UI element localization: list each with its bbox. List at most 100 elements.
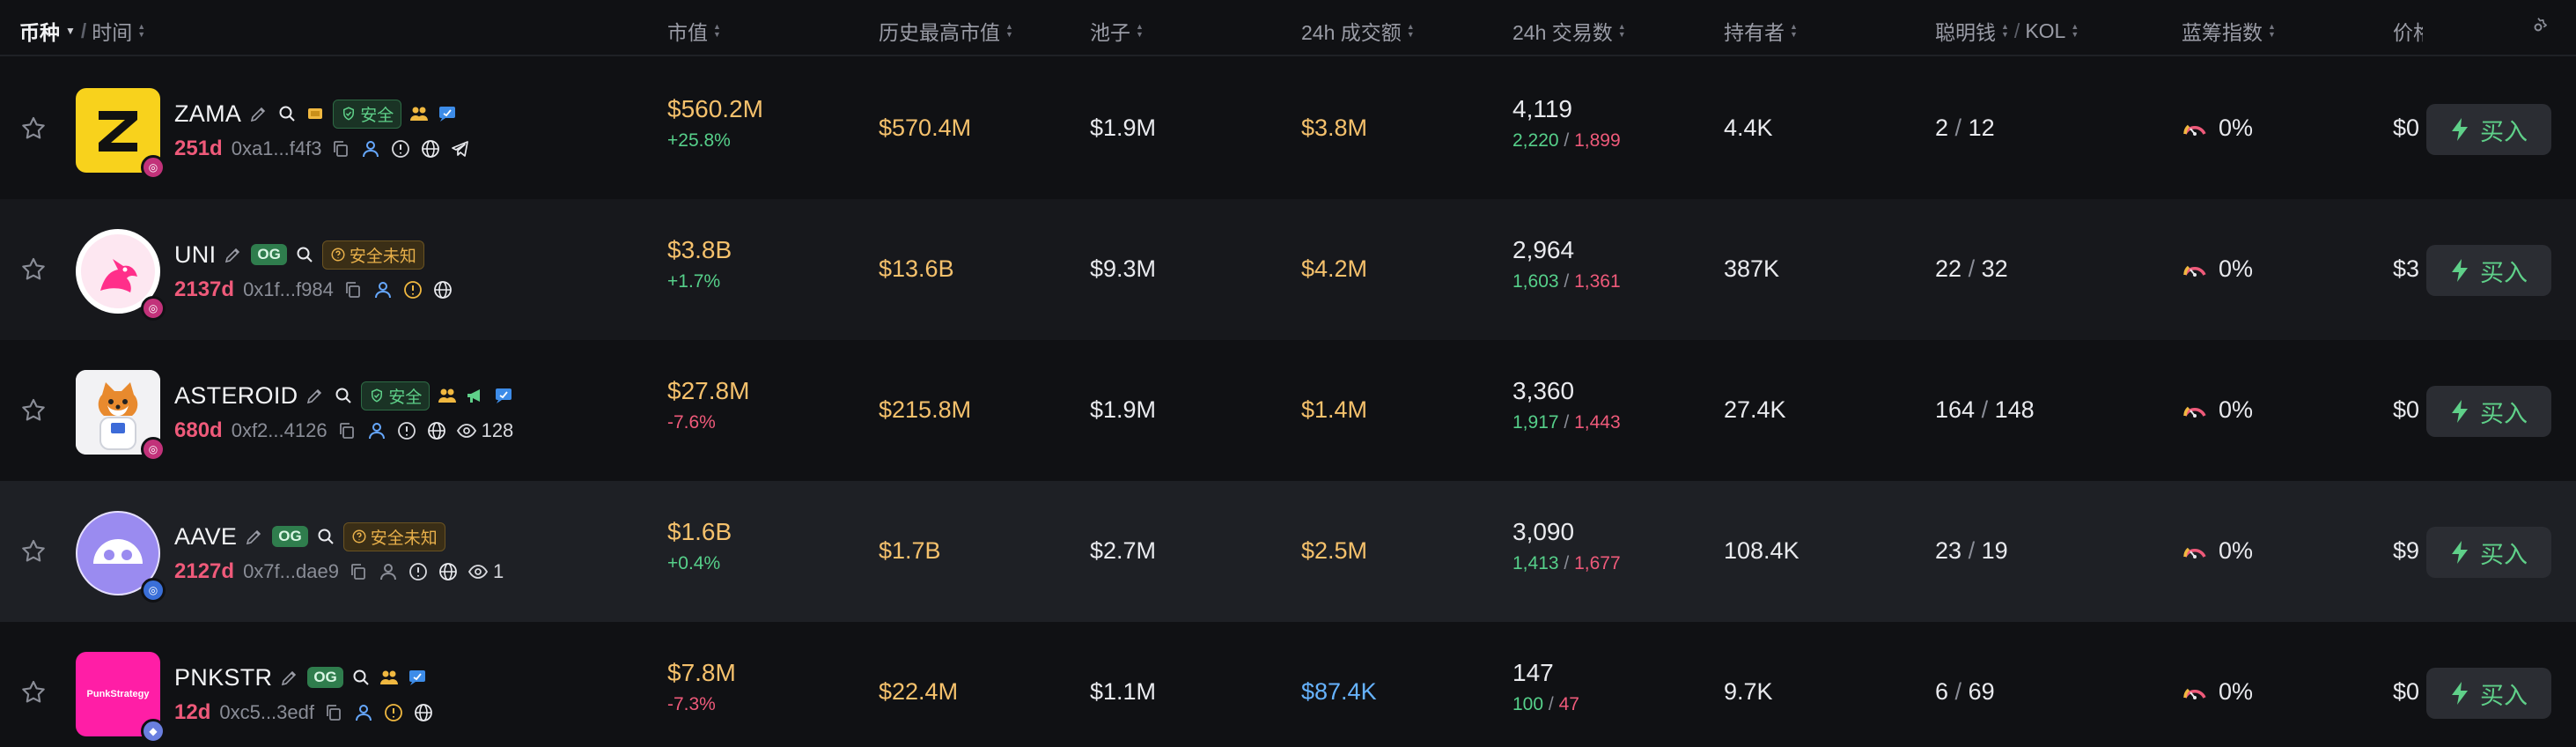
table-row[interactable]: PunkStrategy ◆ PNKSTR OG 12d 0xc5...3edf… bbox=[0, 622, 2576, 747]
telegram-icon[interactable] bbox=[450, 138, 471, 159]
search-icon[interactable] bbox=[276, 103, 298, 124]
sort-icon: ▲ ▼ bbox=[1406, 22, 1415, 39]
copy-icon[interactable] bbox=[336, 420, 357, 441]
tx-count: 3,090 bbox=[1512, 518, 1575, 545]
smart-money-header[interactable]: 聪明钱 ▲ ▼ / KOL ▲ ▼ bbox=[1935, 16, 2079, 46]
price-change: +1.7% bbox=[667, 271, 721, 292]
pool-value: $1.1M bbox=[1090, 678, 1157, 705]
search-icon[interactable] bbox=[315, 526, 336, 547]
table-row[interactable]: ◎ UNI OG 安全未知 2137d 0x1f...f984 $3.8B +1… bbox=[0, 199, 2576, 340]
market-cap-value: $27.8M bbox=[667, 377, 750, 404]
globe-icon[interactable] bbox=[413, 702, 434, 723]
edit-icon[interactable] bbox=[244, 526, 265, 547]
star-icon[interactable] bbox=[19, 396, 48, 425]
copy-icon[interactable] bbox=[330, 138, 351, 159]
buy-button-label: 买入 bbox=[2480, 682, 2528, 709]
info-icon[interactable] bbox=[390, 138, 411, 159]
info-icon[interactable] bbox=[408, 561, 429, 582]
globe-icon[interactable] bbox=[420, 138, 441, 159]
edit-icon[interactable] bbox=[279, 667, 300, 688]
safety-badge[interactable]: 安全 bbox=[361, 381, 431, 410]
user-icon[interactable] bbox=[366, 420, 387, 441]
bluechip-header-label: 蓝筹指数 bbox=[2182, 21, 2263, 44]
buy-button[interactable]: 买入 bbox=[2426, 245, 2551, 296]
edit-icon[interactable] bbox=[223, 244, 244, 265]
buy-count: 1,917 bbox=[1512, 412, 1559, 433]
token-age: 251d bbox=[174, 137, 223, 160]
chain-icon: ◎ bbox=[141, 437, 166, 462]
kol-count: 19 bbox=[1981, 537, 2008, 564]
copy-icon[interactable] bbox=[348, 561, 369, 582]
safety-label: 安全 bbox=[388, 388, 423, 407]
safety-badge[interactable]: 安全未知 bbox=[342, 521, 445, 551]
ath-value: $1.7B bbox=[879, 537, 941, 564]
safety-badge[interactable]: 安全未知 bbox=[321, 240, 424, 270]
user-icon[interactable] bbox=[372, 279, 394, 300]
buy-button[interactable]: 买入 bbox=[2426, 104, 2551, 155]
star-icon[interactable] bbox=[19, 255, 48, 284]
globe-icon[interactable] bbox=[432, 279, 453, 300]
volume-value: $2.5M bbox=[1301, 537, 1368, 564]
buy-count: 2,220 bbox=[1512, 130, 1559, 151]
coin-column-header[interactable]: 币种 ▼ / 时间 ▲ ▼ bbox=[19, 16, 145, 46]
kol-count: 148 bbox=[1994, 396, 2035, 423]
buy-button[interactable]: 买入 bbox=[2426, 668, 2551, 719]
bluechip-cell: 0% bbox=[2180, 677, 2253, 706]
gauge-icon bbox=[2183, 124, 2206, 136]
lightning-icon bbox=[2452, 118, 2468, 141]
edit-icon[interactable] bbox=[248, 103, 269, 124]
gear-icon[interactable] bbox=[2527, 16, 2550, 39]
star-icon[interactable] bbox=[19, 537, 48, 566]
question-icon bbox=[352, 529, 366, 544]
star-icon[interactable] bbox=[19, 678, 48, 706]
tx-header[interactable]: 24h 交易数 ▲ ▼ bbox=[1512, 16, 1626, 46]
price-change: -7.6% bbox=[667, 412, 716, 433]
star-icon[interactable] bbox=[19, 115, 48, 143]
price-change: +0.4% bbox=[667, 553, 721, 573]
contract-address: 0xc5...3edf bbox=[219, 701, 314, 723]
safety-badge[interactable]: 安全 bbox=[333, 99, 402, 129]
user-icon[interactable] bbox=[353, 702, 374, 723]
ath-value: $13.6B bbox=[879, 255, 954, 282]
user-icon[interactable] bbox=[360, 138, 381, 159]
bluechip-header[interactable]: 蓝筹指数 ▲ ▼ bbox=[2182, 16, 2276, 46]
kol-count: 69 bbox=[1968, 678, 1995, 705]
warning-icon[interactable] bbox=[383, 702, 404, 723]
viewers: 1 bbox=[467, 560, 504, 583]
globe-icon[interactable] bbox=[426, 420, 447, 441]
chat-icon bbox=[439, 107, 456, 122]
user-icon[interactable] bbox=[378, 561, 399, 582]
globe-icon[interactable] bbox=[438, 561, 459, 582]
buy-button[interactable]: 买入 bbox=[2426, 527, 2551, 578]
smart-kol-cell: 164 / 148 bbox=[1935, 396, 2035, 423]
pool-header-label: 池子 bbox=[1090, 21, 1130, 44]
volume-header[interactable]: 24h 成交额 ▲ ▼ bbox=[1301, 16, 1415, 46]
tx-count: 4,119 bbox=[1512, 95, 1572, 122]
smart-money-count: 23 bbox=[1935, 537, 1962, 564]
buy-button[interactable]: 买入 bbox=[2426, 386, 2551, 437]
pool-header[interactable]: 池子 ▲ ▼ bbox=[1090, 16, 1144, 46]
copy-icon[interactable] bbox=[323, 702, 344, 723]
table-row[interactable]: ◎ AAVE OG 安全未知 2127d 0x7f...dae9 1 $1.6B bbox=[0, 481, 2576, 622]
bluechip-value: 0% bbox=[2219, 396, 2254, 423]
sell-count: 1,443 bbox=[1574, 412, 1621, 433]
table-row[interactable]: ◎ ZAMA 安全 251d 0xa1...f4f3 $560.2M +25.8… bbox=[0, 58, 2576, 199]
copy-icon[interactable] bbox=[342, 279, 364, 300]
edit-icon[interactable] bbox=[305, 385, 326, 406]
holders-header[interactable]: 持有者 ▲ ▼ bbox=[1724, 16, 1798, 46]
market-cap-header[interactable]: 市值 ▲ ▼ bbox=[667, 16, 721, 46]
info-icon[interactable] bbox=[396, 420, 417, 441]
search-icon[interactable] bbox=[294, 244, 315, 265]
warning-icon[interactable] bbox=[402, 279, 423, 300]
table-row[interactable]: ◎ ASTEROID 安全 680d 0xf2...4126 128 $27.8… bbox=[0, 340, 2576, 481]
time-header-label[interactable]: 时间 bbox=[92, 16, 132, 46]
coin-header-label: 币种 bbox=[19, 21, 60, 44]
search-icon[interactable] bbox=[350, 667, 372, 688]
market-cap-cell: $27.8M -7.6% bbox=[667, 377, 749, 433]
search-icon[interactable] bbox=[333, 385, 354, 406]
holders-value: 9.7K bbox=[1724, 678, 1773, 705]
volume-value: $3.8M bbox=[1301, 115, 1368, 141]
ath-header[interactable]: 历史最高市值 ▲ ▼ bbox=[879, 16, 1013, 46]
price-value: $0 bbox=[2393, 396, 2419, 423]
price-header[interactable]: 价格 bbox=[2393, 16, 2423, 46]
